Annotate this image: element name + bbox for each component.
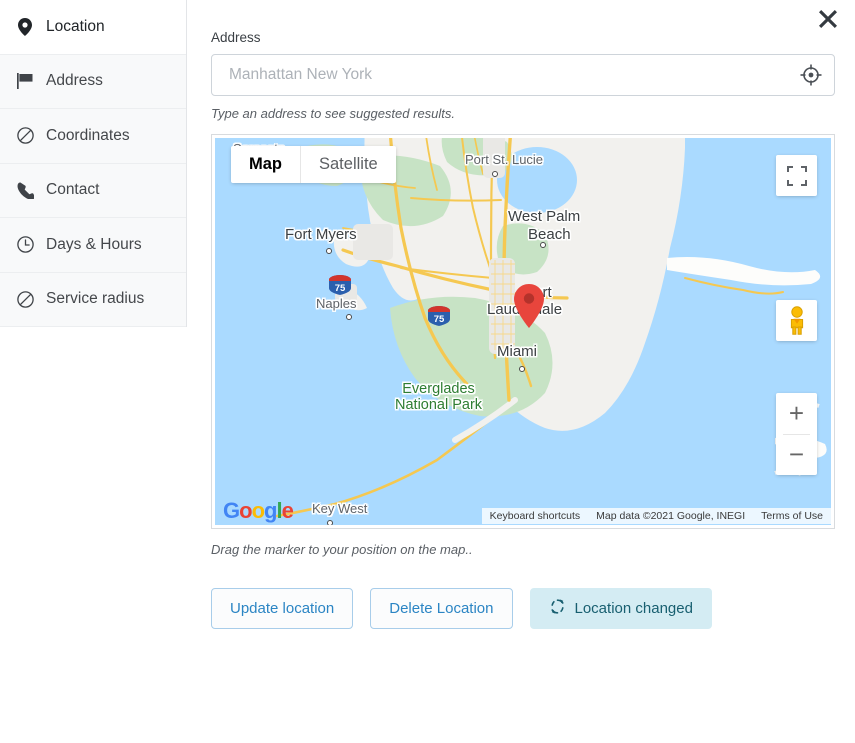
map-container: 75 75 Sarasota Port St. Lucie Fort Myers…: [211, 134, 835, 529]
red-location-marker-icon: [514, 284, 544, 328]
sidebar-item-label: Location: [46, 17, 105, 35]
map-type-switcher: Map Satellite: [231, 146, 396, 183]
update-location-button[interactable]: Update location: [211, 588, 354, 629]
address-input-wrap: [211, 54, 835, 96]
map-data-text: Map data ©2021 Google, INEGI: [588, 508, 754, 524]
street-view-pegman-icon: [790, 305, 803, 335]
fullscreen-icon: [786, 165, 807, 186]
sidebar-item-contact[interactable]: Contact: [0, 163, 186, 218]
sidebar-item-coordinates[interactable]: Coordinates: [0, 109, 186, 164]
button-label: Update location: [230, 600, 335, 617]
address-hint: Type an address to see suggested results…: [211, 106, 456, 121]
fullscreen-button[interactable]: [776, 155, 817, 196]
sidebar-item-service-radius[interactable]: Service radius: [0, 272, 186, 327]
search-input[interactable]: [211, 54, 835, 96]
compass-icon: [16, 290, 34, 308]
highway-shield-75-icon: 75: [329, 275, 351, 295]
city-dot: [346, 314, 352, 320]
location-panel: Address Type an address to see suggested…: [211, 0, 835, 629]
close-icon[interactable]: [811, 2, 845, 36]
city-dot: [519, 366, 525, 372]
crosshair-locate-icon[interactable]: [800, 64, 822, 86]
sidebar-item-address[interactable]: Address: [0, 54, 186, 109]
sidebar-item-label: Coordinates: [46, 126, 130, 144]
sidebar-item-days-hours[interactable]: Days & Hours: [0, 218, 186, 273]
compass-icon: [16, 127, 34, 145]
action-button-row: Update location Delete Location Location…: [211, 588, 835, 629]
zoom-out-button[interactable]: −: [776, 434, 817, 475]
city-dot: [326, 248, 332, 254]
address-label: Address: [211, 30, 261, 45]
svg-text:75: 75: [434, 314, 445, 325]
delete-location-button[interactable]: Delete Location: [370, 588, 513, 629]
sidebar-item-label: Address: [46, 72, 103, 90]
city-dot: [492, 171, 498, 177]
location-changed-status[interactable]: Location changed: [529, 588, 712, 629]
sidebar-item-location[interactable]: Location: [0, 0, 186, 55]
button-label: Location changed: [574, 600, 693, 617]
google-map[interactable]: 75 75 Sarasota Port St. Lucie Fort Myers…: [215, 138, 831, 525]
keyboard-shortcuts-link[interactable]: Keyboard shortcuts: [481, 508, 589, 524]
svg-text:75: 75: [335, 283, 346, 294]
clock-icon: [16, 236, 34, 254]
map-attribution: Keyboard shortcuts Map data ©2021 Google…: [215, 507, 831, 525]
zoom-in-button[interactable]: +: [776, 393, 817, 434]
map-type-satellite-button[interactable]: Satellite: [301, 146, 396, 183]
highway-shield-75-icon: 75: [428, 306, 450, 326]
location-marker[interactable]: [514, 284, 544, 333]
street-view-pegman-button[interactable]: [776, 300, 817, 341]
drag-marker-hint: Drag the marker to your position on the …: [211, 542, 473, 557]
map-type-map-button[interactable]: Map: [231, 146, 301, 183]
sidebar-item-label: Contact: [46, 181, 100, 199]
city-dot: [540, 242, 546, 248]
sidebar-item-label: Service radius: [46, 290, 145, 308]
sidebar-item-label: Days & Hours: [46, 235, 142, 253]
button-label: Delete Location: [389, 600, 494, 617]
map-pin-icon: [16, 17, 34, 36]
zoom-controls: + −: [776, 393, 817, 475]
refresh-sync-icon: [549, 598, 566, 619]
flag-icon: [16, 72, 34, 90]
terms-of-use-link[interactable]: Terms of Use: [753, 508, 831, 524]
location-dialog: Location Address Coordinates Contact Day: [0, 0, 855, 743]
phone-icon: [16, 181, 34, 199]
sidebar: Location Address Coordinates Contact Day: [0, 0, 187, 327]
